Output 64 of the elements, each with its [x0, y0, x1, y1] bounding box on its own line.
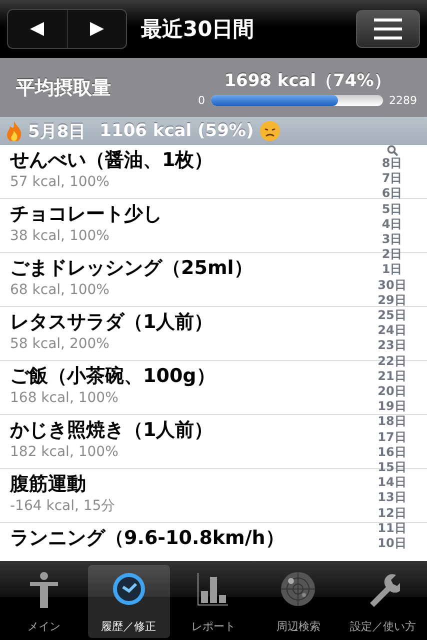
- entry-name: チョコレート少し: [10, 202, 162, 226]
- date-index-item[interactable]: 25日: [378, 308, 406, 324]
- date-index-item[interactable]: 30日: [378, 278, 406, 293]
- nav-title: 最近30日間: [141, 16, 256, 43]
- tab[interactable]: 周辺検索: [257, 565, 340, 638]
- entry-detail: 38 kcal, 100%: [10, 227, 110, 246]
- date-index-item[interactable]: 20日: [378, 384, 406, 400]
- menu-button[interactable]: [356, 10, 420, 48]
- day-date: 5月8日: [28, 120, 86, 142]
- entry-detail: 168 kcal, 100%: [10, 389, 118, 408]
- entry-name: せんべい（醤油、1枚）: [10, 148, 214, 172]
- entry-detail: 182 kcal, 100%: [10, 443, 118, 462]
- entry-name: ランニング（9.6-10.8km/h）: [10, 526, 284, 550]
- date-index-item[interactable]: 6日: [382, 186, 402, 202]
- date-index-item[interactable]: 11日: [378, 520, 406, 536]
- date-index-item[interactable]: 2日: [382, 247, 402, 262]
- entry-name: 腹筋運動: [10, 472, 86, 496]
- date-index-item[interactable]: 13日: [378, 490, 406, 506]
- date-index-item[interactable]: 8日: [382, 156, 402, 172]
- date-index-item[interactable]: 10日: [378, 536, 406, 552]
- date-index-item[interactable]: 23日: [378, 338, 406, 354]
- scale-max: 2289: [389, 94, 417, 106]
- date-index-item[interactable]: 15日: [378, 460, 406, 476]
- date-index-item[interactable]: 24日: [378, 323, 406, 338]
- tab[interactable]: メイン: [3, 565, 85, 638]
- entry-name: ご飯（小茶碗、100g）: [10, 364, 216, 388]
- date-index-item[interactable]: 21日: [378, 368, 406, 384]
- radar-icon: [280, 571, 316, 607]
- date-index-item[interactable]: 1日: [382, 262, 402, 278]
- date-index-item[interactable]: 18日: [378, 414, 406, 430]
- clock-icon: [110, 571, 147, 607]
- entry-detail: 58 kcal, 200%: [10, 335, 110, 354]
- date-index-item[interactable]: 7日: [382, 171, 402, 186]
- date-index-item[interactable]: 19日: [378, 399, 406, 414]
- average-intake-value: 1698 kcal（74%）: [224, 70, 391, 92]
- date-index-item[interactable]: 29日: [378, 292, 406, 308]
- sad-face-icon: [260, 121, 280, 141]
- entry-name: レタスサラダ（1人前）: [10, 310, 214, 334]
- date-index-item[interactable]: 12日: [378, 506, 406, 521]
- entry-detail: 68 kcal, 100%: [10, 281, 110, 300]
- menu-icon: [374, 18, 402, 40]
- entry-name: ごまドレッシング（25ml）: [10, 256, 253, 280]
- tab[interactable]: 履歴／修正: [88, 565, 170, 638]
- scale-min: 0: [198, 94, 205, 106]
- date-index-item[interactable]: 5日: [382, 202, 402, 217]
- tab[interactable]: 設定／使い方: [342, 565, 424, 638]
- bar-chart-icon: [196, 571, 230, 607]
- average-intake-label: 平均摂取量: [16, 76, 112, 100]
- entry-detail: -164 kcal, 15分: [10, 497, 116, 516]
- date-index-item[interactable]: 22日: [378, 354, 406, 369]
- entry-detail: 57 kcal, 100%: [10, 173, 110, 192]
- date-index-item[interactable]: 14日: [378, 475, 406, 490]
- tab[interactable]: レポート: [172, 565, 254, 638]
- date-index-item[interactable]: 16日: [378, 444, 406, 460]
- left-arrow-icon: [29, 21, 46, 37]
- flame-icon: [6, 121, 22, 141]
- entry-name: かじき照焼き（1人前）: [10, 418, 214, 442]
- search-icon[interactable]: [386, 145, 398, 156]
- day-total: 1106 kcal (59%): [100, 121, 254, 141]
- person-icon: [28, 571, 59, 609]
- date-index-item[interactable]: 3日: [382, 232, 402, 248]
- date-index-item[interactable]: 17日: [378, 430, 406, 445]
- date-index-item[interactable]: 4日: [382, 216, 402, 232]
- right-arrow-icon: [88, 21, 105, 37]
